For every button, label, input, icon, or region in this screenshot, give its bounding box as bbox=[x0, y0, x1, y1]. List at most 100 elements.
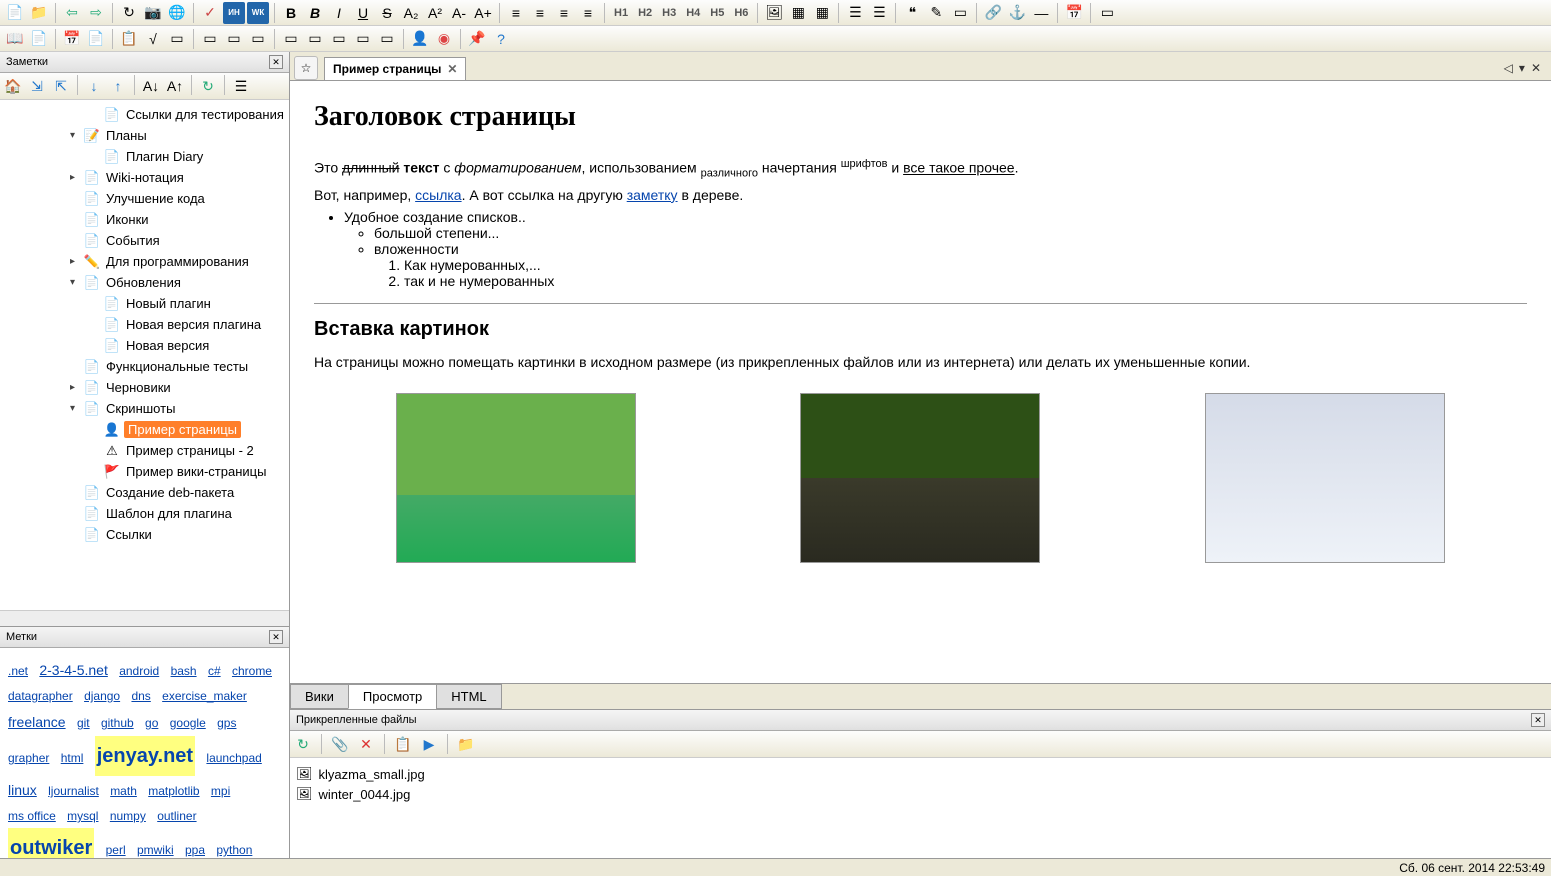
tree-expander-icon[interactable]: ▸ bbox=[70, 382, 84, 393]
code-icon[interactable]: ▭ bbox=[166, 28, 188, 50]
hr-icon[interactable]: — bbox=[1030, 2, 1052, 24]
tree-item[interactable]: 📄Новая версия bbox=[0, 335, 289, 356]
tree-expander-icon[interactable]: ▾ bbox=[70, 130, 84, 141]
bold-italic-button[interactable]: B bbox=[304, 2, 326, 24]
tag[interactable]: 2-3-4-5.net bbox=[39, 656, 107, 684]
tab-close-all-icon[interactable]: ✕ bbox=[1531, 61, 1541, 75]
tag[interactable]: outwiker bbox=[8, 828, 94, 858]
view-tab-wiki[interactable]: Вики bbox=[290, 684, 349, 709]
pre-icon[interactable]: ▭ bbox=[949, 2, 971, 24]
font-plus-button[interactable]: A+ bbox=[472, 2, 494, 24]
collapse-icon[interactable]: ⇲ bbox=[26, 75, 48, 97]
highlight-icon[interactable]: ✎ bbox=[925, 2, 947, 24]
subscript-button[interactable]: A₂ bbox=[400, 2, 422, 24]
tree-item[interactable]: ⚠Пример страницы - 2 bbox=[0, 440, 289, 461]
tree-item[interactable]: ▾📄Скриншоты bbox=[0, 398, 289, 419]
tree-item[interactable]: 👤Пример страницы bbox=[0, 419, 289, 440]
tree-expander-icon[interactable]: ▾ bbox=[70, 277, 84, 288]
font-minus-button[interactable]: A- bbox=[448, 2, 470, 24]
attach-panel-close-icon[interactable]: ✕ bbox=[1531, 713, 1545, 727]
attach-paste-icon[interactable]: 📋 bbox=[392, 733, 414, 755]
ext1-icon[interactable]: ▭ bbox=[199, 28, 221, 50]
tree-item[interactable]: 📄Функциональные тесты bbox=[0, 356, 289, 377]
tree-item[interactable]: 🚩Пример вики-страницы bbox=[0, 461, 289, 482]
link-2[interactable]: заметку bbox=[627, 187, 678, 203]
home-icon[interactable]: 🏠 bbox=[2, 75, 24, 97]
page2-icon[interactable]: 📄 bbox=[28, 28, 50, 50]
calendar-icon[interactable]: 📅 bbox=[61, 28, 83, 50]
tag[interactable]: git bbox=[77, 711, 90, 735]
ext8-icon[interactable]: ▭ bbox=[376, 28, 398, 50]
tag[interactable]: github bbox=[101, 711, 134, 735]
superscript-button[interactable]: A² bbox=[424, 2, 446, 24]
tag[interactable]: perl bbox=[106, 838, 126, 858]
h3-button[interactable]: H3 bbox=[658, 7, 680, 19]
h5-button[interactable]: H5 bbox=[706, 7, 728, 19]
tree-item[interactable]: 📄Плагин Diary bbox=[0, 146, 289, 167]
tree-item[interactable]: 📄Шаблон для плагина bbox=[0, 503, 289, 524]
view-tab-preview[interactable]: Просмотр bbox=[348, 684, 437, 709]
copy-icon[interactable]: 📋 bbox=[118, 28, 140, 50]
attach-folder-icon[interactable]: 📁 bbox=[455, 733, 477, 755]
tag[interactable]: ppa bbox=[185, 838, 205, 858]
attachment-item[interactable]: 🖼winter_0044.jpg bbox=[296, 784, 1545, 804]
html-icon[interactable]: ИН bbox=[223, 2, 245, 24]
tree-item[interactable]: 📄Создание deb-пакета bbox=[0, 482, 289, 503]
tag[interactable]: launchpad bbox=[206, 746, 261, 770]
help-icon[interactable]: ? bbox=[490, 28, 512, 50]
tree-properties-icon[interactable]: ☰ bbox=[230, 75, 252, 97]
tag[interactable]: grapher bbox=[8, 746, 49, 770]
table-icon[interactable]: ▦ bbox=[787, 2, 809, 24]
tag[interactable]: c# bbox=[208, 659, 221, 683]
tag[interactable]: ms office bbox=[8, 804, 56, 828]
tree-item[interactable]: ▾📝Планы bbox=[0, 125, 289, 146]
tag[interactable]: math bbox=[110, 779, 137, 803]
misc-icon[interactable]: ▭ bbox=[1096, 2, 1118, 24]
tree-item[interactable]: ▸📄Черновики bbox=[0, 377, 289, 398]
attach-delete-icon[interactable]: ✕ bbox=[355, 733, 377, 755]
attach-refresh-icon[interactable]: ↻ bbox=[292, 733, 314, 755]
tree-item[interactable]: ▾📄Обновления bbox=[0, 272, 289, 293]
attach-run-icon[interactable]: ▶ bbox=[418, 733, 440, 755]
page-tab[interactable]: Пример страницы ✕ bbox=[324, 57, 466, 80]
tag[interactable]: matplotlib bbox=[148, 779, 199, 803]
align-center-icon[interactable]: ≡ bbox=[529, 2, 551, 24]
tag[interactable]: dns bbox=[131, 684, 150, 708]
tag[interactable]: html bbox=[61, 746, 84, 770]
attachment-item[interactable]: 🖼klyazma_small.jpg bbox=[296, 764, 1545, 784]
open-icon[interactable]: 📁 bbox=[28, 2, 50, 24]
tree-refresh-icon[interactable]: ↻ bbox=[197, 75, 219, 97]
tag[interactable]: freelance bbox=[8, 708, 66, 736]
tree-expander-icon[interactable]: ▸ bbox=[70, 256, 84, 267]
forward-icon[interactable]: ⇨ bbox=[85, 2, 107, 24]
tag[interactable]: .net bbox=[8, 659, 28, 683]
anchor-icon[interactable]: ⚓ bbox=[1006, 2, 1028, 24]
tree-scrollbar[interactable] bbox=[0, 610, 289, 626]
expand-icon[interactable]: ⇱ bbox=[50, 75, 72, 97]
tag[interactable]: google bbox=[170, 711, 206, 735]
bookmark-star-icon[interactable]: ☆ bbox=[294, 56, 318, 80]
bold-button[interactable]: B bbox=[280, 2, 302, 24]
tree-item[interactable]: 📄Новая версия плагина bbox=[0, 314, 289, 335]
tag[interactable]: pmwiki bbox=[137, 838, 174, 858]
tree-item[interactable]: 📄Иконки bbox=[0, 209, 289, 230]
target-icon[interactable]: ◉ bbox=[433, 28, 455, 50]
tag[interactable]: gps bbox=[217, 711, 236, 735]
doc-icon[interactable]: 📄 bbox=[85, 28, 107, 50]
globe-icon[interactable]: 🌐 bbox=[166, 2, 188, 24]
wiki-icon[interactable]: WК bbox=[247, 2, 269, 24]
tag[interactable]: mpi bbox=[211, 779, 230, 803]
notes-tree[interactable]: 📄Ссылки для тестирования▾📝Планы📄Плагин D… bbox=[0, 100, 289, 610]
tag[interactable]: android bbox=[119, 659, 159, 683]
attach-clip-icon[interactable]: 📎 bbox=[329, 733, 351, 755]
camera-icon[interactable]: 📷 bbox=[142, 2, 164, 24]
ext6-icon[interactable]: ▭ bbox=[328, 28, 350, 50]
sort-za-icon[interactable]: A↑ bbox=[164, 75, 186, 97]
sqrt-icon[interactable]: √ bbox=[142, 28, 164, 50]
ext2-icon[interactable]: ▭ bbox=[223, 28, 245, 50]
tag[interactable]: outliner bbox=[157, 804, 196, 828]
ext3-icon[interactable]: ▭ bbox=[247, 28, 269, 50]
tab-prev-icon[interactable]: ◁ bbox=[1504, 61, 1513, 75]
spellcheck-icon[interactable]: ✓ bbox=[199, 2, 221, 24]
tag[interactable]: ljournalist bbox=[48, 779, 99, 803]
